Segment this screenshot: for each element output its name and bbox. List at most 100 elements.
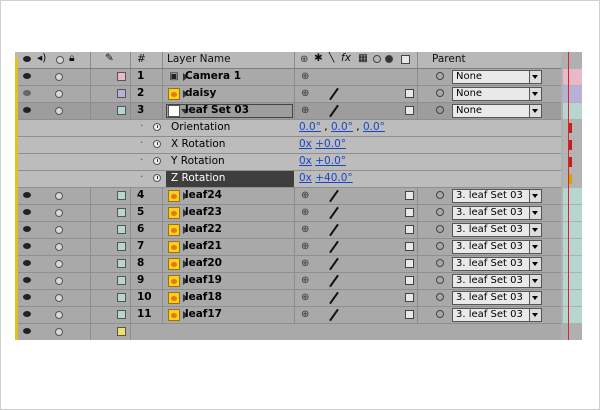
label-color-swatch[interactable]: [117, 327, 126, 336]
property-row[interactable]: · Y Rotation 0x +0.0°: [15, 154, 582, 171]
property-value[interactable]: +0.0°: [315, 138, 346, 150]
shy-icon[interactable]: ⊕: [300, 55, 308, 65]
solo-icon[interactable]: [55, 90, 63, 98]
property-row[interactable]: · Orientation 0.0° , 0.0° , 0.0°: [15, 120, 582, 137]
eye-icon[interactable]: [23, 56, 31, 62]
pickwhip-icon[interactable]: [436, 225, 444, 233]
parent-dropdown[interactable]: None: [452, 70, 542, 84]
layer-duration-bar[interactable]: [563, 69, 582, 85]
solo-icon[interactable]: [55, 226, 63, 234]
eye-icon[interactable]: [23, 243, 31, 249]
property-row[interactable]: · X Rotation 0x +0.0°: [15, 137, 582, 154]
label-color-swatch[interactable]: [117, 242, 126, 251]
layer-row-partial[interactable]: [15, 324, 582, 340]
parent-dropdown[interactable]: 3. leaf Set 03: [452, 240, 542, 254]
property-value[interactable]: +40.0°: [315, 172, 352, 184]
eye-icon[interactable]: [23, 260, 31, 266]
label-color-swatch[interactable]: [117, 276, 126, 285]
layer-row[interactable]: 10 leaf18 ⊕ 3. leaf Set 03: [15, 290, 582, 307]
layer-duration-bar[interactable]: [563, 239, 582, 255]
layer-row[interactable]: 1 ▣ Camera 1 ⊕ None: [15, 69, 582, 86]
property-track[interactable]: [563, 171, 582, 187]
property-value[interactable]: +0.0°: [315, 155, 346, 167]
solo-icon[interactable]: [55, 73, 63, 81]
parent-dropdown[interactable]: 3. leaf Set 03: [452, 274, 542, 288]
solo-icon[interactable]: [55, 277, 63, 285]
pickwhip-icon[interactable]: [436, 191, 444, 199]
property-value[interactable]: 0.0°: [299, 121, 321, 133]
pickwhip-icon[interactable]: [436, 293, 444, 301]
dropdown-arrow-icon[interactable]: [529, 105, 541, 117]
label-color-swatch[interactable]: [117, 106, 126, 115]
current-time-indicator[interactable]: [568, 52, 569, 340]
label-color-swatch[interactable]: [117, 72, 126, 81]
layer-duration-bar[interactable]: [563, 290, 582, 306]
property-track[interactable]: [563, 120, 582, 136]
pickwhip-icon[interactable]: [436, 72, 444, 80]
speaker-icon[interactable]: ◂): [37, 52, 46, 64]
solo-icon[interactable]: [55, 311, 63, 319]
eye-icon[interactable]: [23, 328, 31, 334]
parent-dropdown[interactable]: None: [452, 104, 542, 118]
pickwhip-icon[interactable]: [436, 276, 444, 284]
effects-icon[interactable]: fx: [341, 52, 351, 64]
layer-row[interactable]: 8 leaf20 ⊕ 3. leaf Set 03: [15, 256, 582, 273]
property-row[interactable]: · Z Rotation 0x +40.0°: [15, 171, 582, 188]
layer-duration-bar[interactable]: [563, 273, 582, 289]
solo-icon[interactable]: [55, 192, 63, 200]
dropdown-arrow-icon[interactable]: [529, 190, 541, 202]
layer-duration-bar[interactable]: [563, 103, 582, 119]
property-value[interactable]: 0.0°: [363, 121, 385, 133]
eye-icon[interactable]: [23, 277, 31, 283]
layer-duration-bar[interactable]: [563, 205, 582, 221]
dropdown-arrow-icon[interactable]: [529, 88, 541, 100]
label-color-swatch[interactable]: [117, 259, 126, 268]
dropdown-arrow-icon[interactable]: [529, 207, 541, 219]
dropdown-arrow-icon[interactable]: [529, 241, 541, 253]
parent-dropdown[interactable]: 3. leaf Set 03: [452, 206, 542, 220]
layer-name-header[interactable]: Layer Name: [163, 52, 295, 68]
quality-icon[interactable]: ╲: [328, 52, 334, 63]
property-value[interactable]: 0x: [299, 155, 312, 167]
layer-duration-bar[interactable]: [563, 86, 582, 102]
parent-dropdown[interactable]: 3. leaf Set 03: [452, 308, 542, 322]
property-value[interactable]: 0x: [299, 138, 312, 150]
collapse-icon[interactable]: ✱: [314, 52, 323, 64]
eye-icon[interactable]: [23, 192, 31, 198]
dropdown-arrow-icon[interactable]: [529, 71, 541, 83]
pickwhip-icon[interactable]: [436, 106, 444, 114]
dropdown-arrow-icon[interactable]: [529, 275, 541, 287]
pickwhip-icon[interactable]: [436, 259, 444, 267]
eye-icon[interactable]: [23, 90, 31, 96]
property-value[interactable]: 0x: [299, 172, 312, 184]
layer-row[interactable]: 2 daisy ⊕ None: [15, 86, 582, 103]
layer-duration-bar[interactable]: [563, 307, 582, 323]
eye-icon[interactable]: [23, 311, 31, 317]
parent-dropdown[interactable]: None: [452, 87, 542, 101]
pickwhip-icon[interactable]: [436, 310, 444, 318]
property-track[interactable]: [563, 137, 582, 153]
eye-icon[interactable]: [23, 209, 31, 215]
parent-dropdown[interactable]: 3. leaf Set 03: [452, 189, 542, 203]
eye-icon[interactable]: [23, 73, 31, 79]
label-color-swatch[interactable]: [117, 225, 126, 234]
layer-duration-bar[interactable]: [563, 256, 582, 272]
stopwatch-icon[interactable]: [153, 157, 161, 165]
label-tag-icon[interactable]: ✎: [105, 52, 114, 64]
layer-row[interactable]: 3 leaf Set 03 ⊕ None: [15, 103, 582, 120]
parent-dropdown[interactable]: 3. leaf Set 03: [452, 223, 542, 237]
dropdown-arrow-icon[interactable]: [529, 258, 541, 270]
adjustment-icon[interactable]: [385, 55, 393, 63]
solo-icon[interactable]: [55, 328, 63, 336]
solo-icon[interactable]: [55, 260, 63, 268]
label-color-swatch[interactable]: [117, 310, 126, 319]
stopwatch-icon[interactable]: [153, 140, 161, 148]
label-color-swatch[interactable]: [117, 208, 126, 217]
label-color-swatch[interactable]: [117, 89, 126, 98]
dropdown-arrow-icon[interactable]: [529, 292, 541, 304]
eye-icon[interactable]: [23, 226, 31, 232]
property-track[interactable]: [563, 154, 582, 170]
layer-duration-bar[interactable]: [563, 222, 582, 238]
layer-row[interactable]: 6 leaf22 ⊕ 3. leaf Set 03: [15, 222, 582, 239]
3d-layer-icon[interactable]: [401, 55, 410, 64]
